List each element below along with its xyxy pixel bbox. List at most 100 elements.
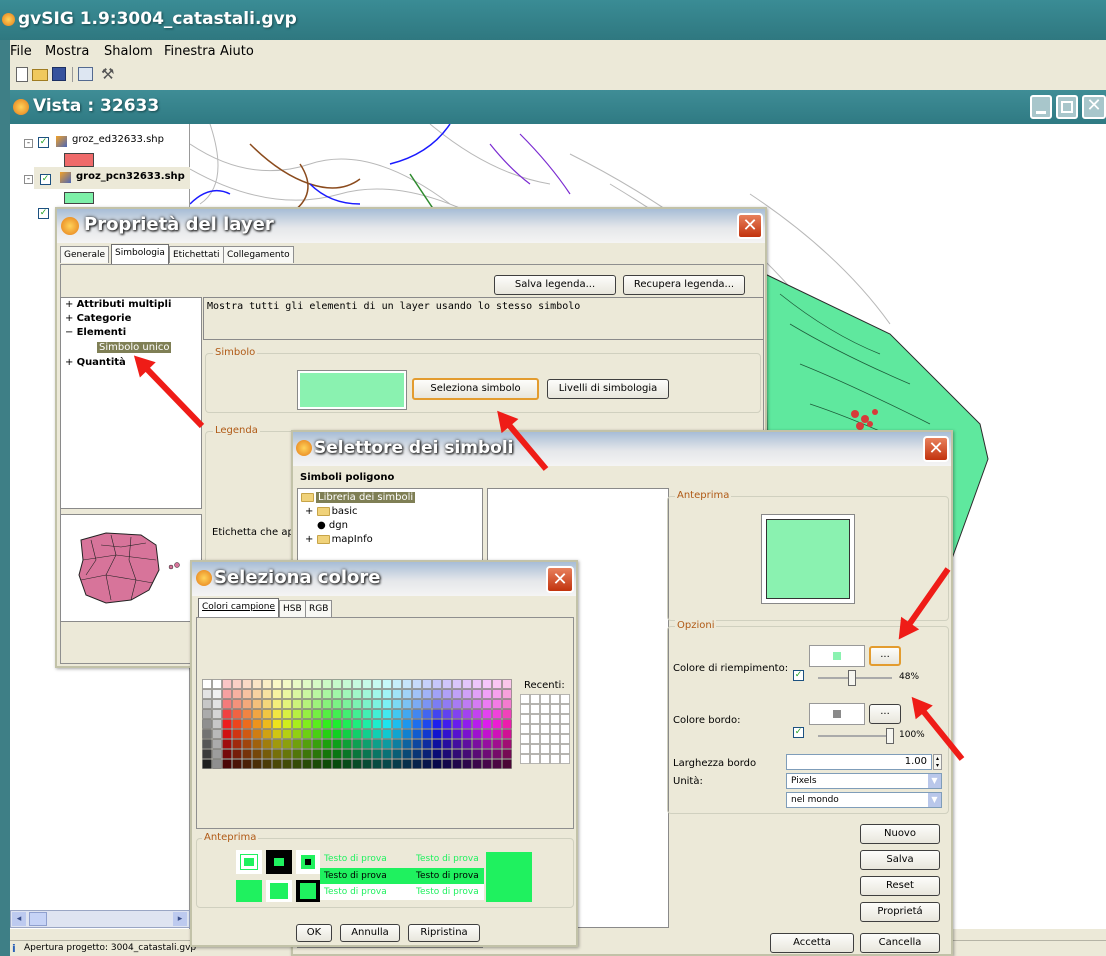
color-swatch[interactable] — [232, 689, 242, 699]
recent-color-swatch[interactable] — [560, 714, 570, 724]
color-swatch[interactable] — [272, 739, 282, 749]
recent-color-swatch[interactable] — [530, 714, 540, 724]
color-swatch[interactable] — [222, 709, 232, 719]
color-swatch[interactable] — [252, 739, 262, 749]
color-swatch[interactable] — [232, 729, 242, 739]
color-swatch[interactable] — [232, 709, 242, 719]
color-swatch[interactable] — [442, 689, 452, 699]
color-swatch[interactable] — [262, 689, 272, 699]
color-swatch[interactable] — [412, 699, 422, 709]
color-swatch[interactable] — [482, 739, 492, 749]
color-swatch[interactable] — [322, 679, 332, 689]
color-swatch[interactable] — [342, 699, 352, 709]
recent-color-swatch[interactable] — [540, 734, 550, 744]
color-swatch[interactable] — [212, 749, 222, 759]
color-swatch[interactable] — [352, 679, 362, 689]
color-swatch[interactable] — [442, 719, 452, 729]
color-swatch[interactable] — [462, 759, 472, 769]
color-swatch[interactable] — [422, 719, 432, 729]
color-swatch[interactable] — [462, 709, 472, 719]
recent-color-swatch[interactable] — [550, 714, 560, 724]
color-swatch[interactable] — [502, 679, 512, 689]
layer-visible-checkbox[interactable]: ✓ — [40, 174, 51, 185]
color-swatch[interactable] — [262, 749, 272, 759]
color-swatch[interactable] — [332, 699, 342, 709]
color-swatch[interactable] — [352, 759, 362, 769]
ok-button[interactable]: OK — [296, 924, 332, 942]
color-swatch[interactable] — [322, 759, 332, 769]
fill-color-picker-button[interactable]: ... — [869, 646, 901, 666]
color-swatch[interactable] — [432, 679, 442, 689]
color-swatch[interactable] — [242, 679, 252, 689]
symbol-levels-button[interactable]: Livelli di simbologia — [547, 379, 669, 399]
color-swatch[interactable] — [262, 759, 272, 769]
color-swatch[interactable] — [212, 719, 222, 729]
color-swatch[interactable] — [422, 739, 432, 749]
color-swatch[interactable] — [462, 749, 472, 759]
color-swatch[interactable] — [202, 759, 212, 769]
color-swatch[interactable] — [312, 689, 322, 699]
color-swatch[interactable] — [412, 729, 422, 739]
recent-color-swatch[interactable] — [530, 744, 540, 754]
color-swatch[interactable] — [402, 759, 412, 769]
color-swatch[interactable] — [212, 699, 222, 709]
border-alpha-checkbox[interactable]: ✓ — [793, 727, 804, 738]
color-swatch[interactable] — [452, 729, 462, 739]
recent-color-swatch[interactable] — [550, 734, 560, 744]
color-swatch[interactable] — [372, 689, 382, 699]
recent-color-swatch[interactable] — [550, 754, 560, 764]
color-swatch[interactable] — [372, 699, 382, 709]
color-swatch[interactable] — [402, 739, 412, 749]
color-swatch[interactable] — [472, 679, 482, 689]
color-swatch[interactable] — [432, 759, 442, 769]
color-swatch[interactable] — [462, 699, 472, 709]
menu-file[interactable]: File — [10, 44, 32, 59]
library-item-basic[interactable]: + basic — [305, 506, 358, 517]
color-swatch[interactable] — [242, 689, 252, 699]
color-swatch[interactable] — [312, 719, 322, 729]
color-swatch[interactable] — [212, 729, 222, 739]
tree-node-elementi[interactable]: − Elementi — [65, 327, 126, 338]
recent-color-swatch[interactable] — [530, 694, 540, 704]
color-swatch[interactable] — [502, 739, 512, 749]
recent-color-swatch[interactable] — [540, 714, 550, 724]
color-swatch[interactable] — [292, 739, 302, 749]
color-swatch[interactable] — [322, 729, 332, 739]
color-swatch[interactable] — [462, 729, 472, 739]
color-swatch[interactable] — [442, 709, 452, 719]
color-swatch[interactable] — [452, 679, 462, 689]
color-swatch[interactable] — [372, 739, 382, 749]
color-swatch[interactable] — [262, 679, 272, 689]
recent-color-swatch[interactable] — [540, 704, 550, 714]
tab-collegamento[interactable]: Collegamento — [223, 246, 294, 263]
color-swatch[interactable] — [222, 699, 232, 709]
color-swatch[interactable] — [272, 679, 282, 689]
color-swatch[interactable] — [332, 719, 342, 729]
color-swatch[interactable] — [292, 699, 302, 709]
color-swatch[interactable] — [342, 729, 352, 739]
tab-etichettati[interactable]: Etichettati — [169, 246, 224, 263]
color-swatch[interactable] — [322, 699, 332, 709]
color-swatch[interactable] — [232, 719, 242, 729]
color-swatch[interactable] — [392, 699, 402, 709]
color-swatch[interactable] — [322, 719, 332, 729]
color-swatch[interactable] — [362, 709, 372, 719]
color-swatch[interactable] — [452, 699, 462, 709]
color-swatch[interactable] — [502, 759, 512, 769]
close-icon[interactable]: ✕ — [923, 436, 949, 462]
reference-select[interactable]: nel mondo ▼ — [786, 792, 942, 808]
color-swatch[interactable] — [352, 689, 362, 699]
color-swatch[interactable] — [322, 689, 332, 699]
recent-color-swatch[interactable] — [560, 694, 570, 704]
color-swatch[interactable] — [392, 749, 402, 759]
color-swatch[interactable] — [402, 699, 412, 709]
save-symbol-button[interactable]: Salva — [860, 850, 940, 870]
color-swatch[interactable] — [282, 709, 292, 719]
color-swatch[interactable] — [342, 679, 352, 689]
color-swatch[interactable] — [232, 699, 242, 709]
recent-color-swatch[interactable] — [550, 724, 560, 734]
library-item-dgn[interactable]: ● dgn — [317, 520, 348, 531]
color-swatch[interactable] — [312, 759, 322, 769]
color-swatch[interactable] — [222, 739, 232, 749]
color-swatch[interactable] — [302, 679, 312, 689]
